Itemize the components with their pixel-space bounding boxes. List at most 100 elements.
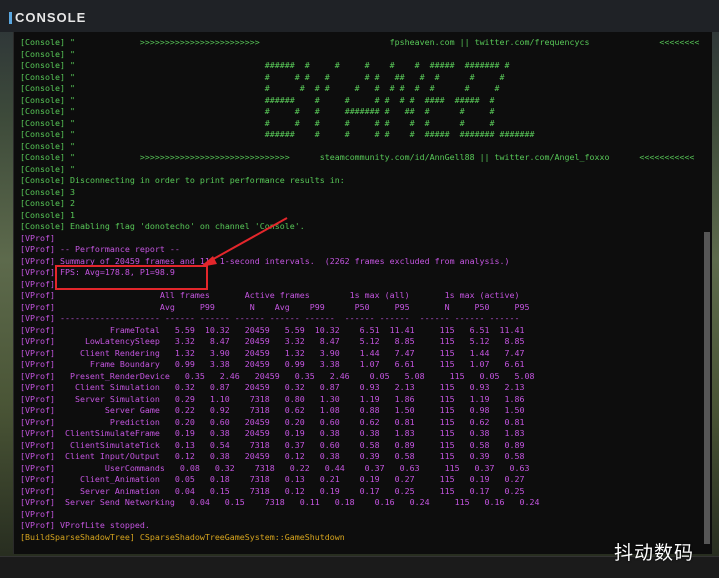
line-prefix: [VProf] <box>20 347 55 358</box>
line-text: 1 <box>64 209 75 220</box>
line-text: Present_RenderDevice 0.35 2.46 20459 0.3… <box>54 370 535 381</box>
line-text: All frames Active frames 1s max (all) 1s… <box>54 290 520 300</box>
line-prefix: [VProf] <box>20 359 55 369</box>
line-text: " <box>64 163 75 174</box>
line-text: " # # # # # # ## # # # # <box>64 71 505 82</box>
line-text: CSparseShadowTreeGameSystem::GameShutdow… <box>134 531 345 542</box>
line-prefix: [VProf] <box>20 313 55 323</box>
console-line: [Console] " ###### # # # # # ##### #####… <box>20 60 510 72</box>
console-line: [VProf] Present_RenderDevice 0.35 2.46 2… <box>20 371 535 383</box>
line-text: " ###### # # # # # ##### ####### ####### <box>64 129 535 139</box>
title-accent-bar <box>9 12 12 24</box>
line-text: LowLatencySleep 3.32 8.47 20459 3.32 8.4… <box>54 336 525 346</box>
line-text: " >>>>>>>>>>>>>>>>>>>>>>>>>>>>>> steamco… <box>64 152 695 162</box>
console-line: [VProf] Client Input/Output 0.12 0.38 20… <box>20 451 525 463</box>
line-prefix: [VProf] <box>20 451 55 461</box>
line-prefix: [VProf] <box>20 474 55 484</box>
watermark-text: 抖动数码 <box>614 542 695 564</box>
console-line: [VProf] All frames Active frames 1s max … <box>20 290 520 302</box>
line-prefix: [Console] <box>20 71 65 82</box>
line-prefix: [VProf] <box>20 255 55 266</box>
console-title-bar[interactable]: CONSOLE <box>0 0 719 32</box>
line-text: " >>>>>>>>>>>>>>>>>>>>>>>> fpsheaven.com… <box>64 37 700 47</box>
line-prefix: [VProf] <box>20 382 55 392</box>
line-prefix: [Console] <box>20 175 65 185</box>
console-line: [Console] " # # # # # # # # # # <box>20 118 495 130</box>
console-line: [VProf] -- Performance report -- <box>20 244 180 256</box>
line-prefix: [Console] <box>20 152 65 162</box>
line-prefix: [VProf] <box>20 439 55 450</box>
line-prefix: [Console] <box>20 60 65 70</box>
console-line: [VProf] Avg P99 N Avg P99 P50 P95 N P50 … <box>20 302 530 314</box>
console-line: [Console] " >>>>>>>>>>>>>>>>>>>>>>>>>>>>… <box>20 152 694 164</box>
line-text: Client Rendering 1.32 3.90 20459 1.32 3.… <box>54 347 525 358</box>
line-text: Client Input/Output 0.12 0.38 20459 0.12… <box>54 451 525 461</box>
console-input[interactable] <box>15 560 604 577</box>
line-text: Avg P99 N Avg P99 P50 P95 N P50 P95 <box>54 301 530 312</box>
console-input-bar <box>0 556 719 578</box>
console-line: [Console] 2 <box>20 198 75 210</box>
line-text: FrameTotal 5.59 10.32 20459 5.59 10.32 6… <box>54 324 525 335</box>
console-line: [Console] " # # # ####### # ## # # # <box>20 106 495 118</box>
console-line: [VProf] LowLatencySleep 3.32 8.47 20459 … <box>20 336 525 348</box>
console-line: [VProf] <box>20 233 55 245</box>
line-prefix: [Console] <box>20 83 65 93</box>
line-text: " <box>64 140 75 151</box>
line-text: " ###### # # # # # # #### ##### # <box>64 94 495 105</box>
line-text: " # # # # # # # # # # <box>64 117 495 128</box>
line-prefix: [VProf] <box>20 508 55 519</box>
line-text: Frame Boundary 0.99 3.38 20459 0.99 3.38… <box>54 359 525 369</box>
line-prefix: [VProf] <box>20 267 55 277</box>
line-prefix: [VProf] <box>20 336 55 346</box>
line-prefix: [VProf] <box>20 416 55 427</box>
console-line: [VProf] Client Simulation 0.32 0.87 2045… <box>20 382 525 394</box>
console-line: [VProf] Server Send Networking 0.04 0.15… <box>20 497 540 509</box>
line-text: Server Simulation 0.29 1.10 7318 0.80 1.… <box>54 393 525 404</box>
line-text: UserCommands 0.08 0.32 7318 0.22 0.44 0.… <box>54 462 530 473</box>
console-line: [Console] " <box>20 49 75 61</box>
line-text: ClientSimulateFrame 0.19 0.38 20459 0.19… <box>54 428 525 438</box>
line-text: -- Performance report -- <box>54 244 180 254</box>
console-output[interactable]: [Console] " >>>>>>>>>>>>>>>>>>>>>>>> fps… <box>13 32 712 554</box>
console-line: [Console] " <box>20 141 75 153</box>
line-prefix: [Console] <box>20 221 65 231</box>
fps-highlight-box <box>55 265 208 290</box>
console-line: [Console] " >>>>>>>>>>>>>>>>>>>>>>>> fps… <box>20 37 699 49</box>
line-prefix: [VProf] <box>20 428 55 438</box>
line-prefix: [VProf] <box>20 301 55 312</box>
line-prefix: [VProf] <box>20 462 55 473</box>
line-prefix: [VProf] <box>20 370 55 381</box>
scrollbar-thumb[interactable] <box>704 232 710 544</box>
console-line: [Console] Disconnecting in order to prin… <box>20 175 345 187</box>
window-title: CONSOLE <box>15 10 87 25</box>
line-text: -------------------- ------ ------ -----… <box>54 313 520 323</box>
line-text: ClientSimulateTick 0.13 0.54 7318 0.37 0… <box>54 439 525 450</box>
line-text: 3 <box>64 186 75 197</box>
console-line: [VProf] Server Animation 0.04 0.15 7318 … <box>20 486 525 498</box>
line-prefix: [Console] <box>20 94 65 105</box>
line-prefix: [Console] <box>20 198 65 208</box>
line-prefix: [Console] <box>20 106 65 116</box>
line-text: Client Simulation 0.32 0.87 20459 0.32 0… <box>54 382 525 392</box>
line-prefix: [VProf] <box>20 520 55 530</box>
console-line: [VProf] ClientSimulateFrame 0.19 0.38 20… <box>20 428 525 440</box>
console-line: [VProf] Server Simulation 0.29 1.10 7318… <box>20 394 525 406</box>
line-prefix: [Console] <box>20 140 65 151</box>
line-text: " ###### # # # # # ##### ####### # <box>64 60 510 70</box>
line-text: " # # # # # # # # # # # # <box>64 83 500 93</box>
console-line: [Console] " <box>20 164 75 176</box>
console-line: [VProf] <box>20 279 55 291</box>
line-text: Prediction 0.20 0.60 20459 0.20 0.60 0.6… <box>54 416 525 427</box>
line-prefix: [VProf] <box>20 232 55 243</box>
line-prefix: [VProf] <box>20 278 55 289</box>
scrollbar-track[interactable] <box>704 232 710 544</box>
console-line: [Console] " # # # # # # ## # # # # <box>20 72 505 84</box>
line-prefix: [Console] <box>20 209 65 220</box>
red-arrow-icon <box>200 217 288 267</box>
line-text: Server Send Networking 0.04 0.15 7318 0.… <box>54 497 540 507</box>
console-line: [VProf] Prediction 0.20 0.60 20459 0.20 … <box>20 417 525 429</box>
line-prefix: [Console] <box>20 186 65 197</box>
line-prefix: [VProf] <box>20 393 55 404</box>
line-prefix: [VProf] <box>20 244 55 254</box>
line-prefix: [Console] <box>20 37 65 47</box>
